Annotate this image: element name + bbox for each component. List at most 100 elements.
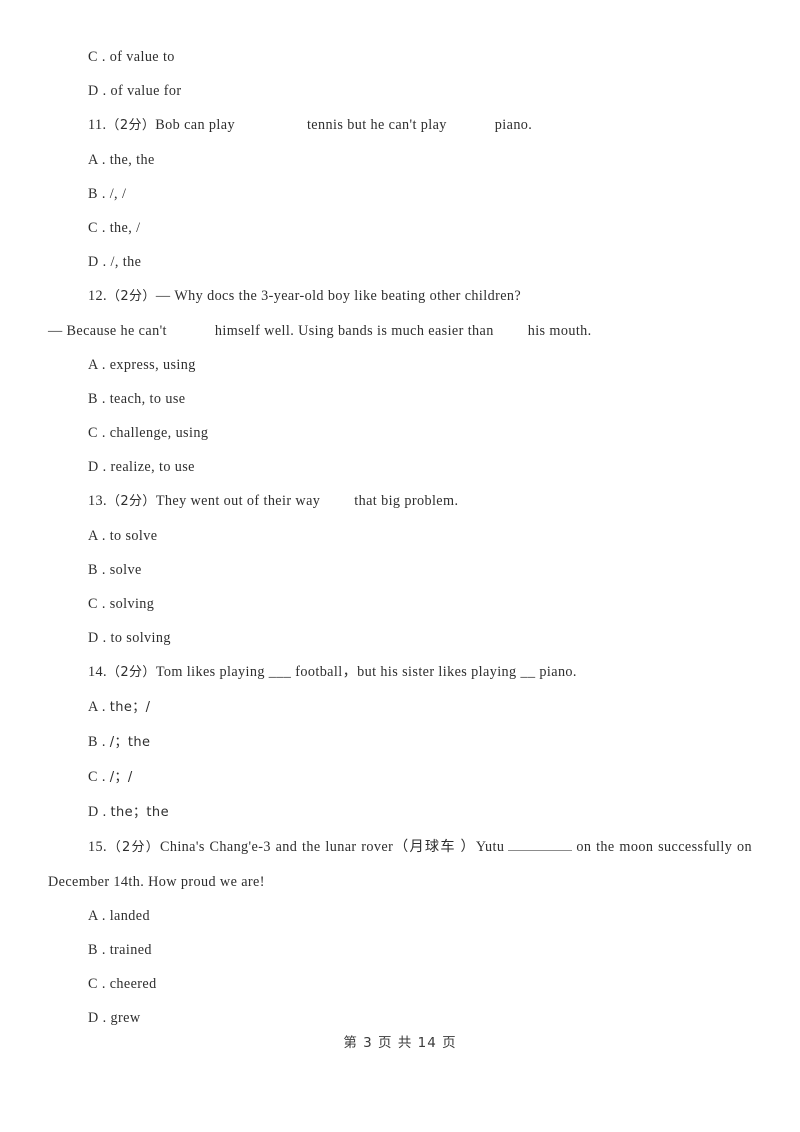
page-content: C . of value to D . of value for 11.（2分）…: [48, 40, 752, 1035]
option-label: B: [88, 734, 98, 750]
option-text: solve: [109, 562, 142, 578]
option-text: cheered: [109, 976, 157, 992]
option-label: A: [88, 699, 98, 715]
question-text-part: tennis but he can't play: [306, 117, 447, 133]
option-separator: .: [97, 562, 110, 578]
option-row: B . solve: [48, 553, 752, 587]
option-text: the；the: [110, 805, 169, 820]
question-stem: 13.（2分）They went out of their way that bi…: [48, 484, 752, 519]
option-separator: .: [97, 528, 110, 544]
question-stem: 15.（2分）China's Chang'e-3 and the lunar r…: [48, 830, 752, 899]
question-stem-continuation: — Because he can't himself well. Using ba…: [48, 314, 752, 348]
option-text: challenge, using: [109, 425, 209, 441]
question-text-part: They went out of their way: [155, 493, 321, 509]
question-points: （2分）: [106, 665, 156, 680]
question-text-part: himself well. Using bands is much easier…: [214, 323, 494, 339]
exam-page: C . of value to D . of value for 11.（2分）…: [0, 0, 800, 1132]
option-label: D: [88, 1010, 99, 1026]
option-separator: .: [97, 357, 110, 373]
option-separator: .: [98, 804, 111, 820]
option-label: C: [88, 49, 98, 65]
question-text-part: China's Chang'e-3 and the lunar rover（月球…: [159, 839, 505, 855]
option-text: landed: [109, 908, 150, 924]
option-row: C . /；/: [48, 760, 752, 795]
option-row: B . trained: [48, 933, 752, 967]
option-label: C: [88, 596, 98, 612]
option-row: A . landed: [48, 899, 752, 933]
option-row: D . of value for: [48, 74, 752, 108]
option-text: the, /: [109, 220, 141, 236]
option-label: A: [88, 528, 98, 544]
option-row: A . the；/: [48, 690, 752, 725]
option-label: D: [88, 83, 99, 99]
option-label: A: [88, 908, 98, 924]
option-row: B . /；the: [48, 725, 752, 760]
option-row: B . /, /: [48, 177, 752, 211]
option-row: C . solving: [48, 587, 752, 621]
option-row: D . grew: [48, 1001, 752, 1035]
option-row: C . of value to: [48, 40, 752, 74]
option-separator: .: [98, 630, 111, 646]
question-points: （2分）: [106, 840, 160, 855]
option-label: C: [88, 425, 98, 441]
question-points: （2分）: [106, 289, 156, 304]
question-text-part: that big problem.: [354, 493, 459, 509]
option-separator: .: [97, 769, 110, 785]
option-row: D . realize, to use: [48, 450, 752, 484]
option-separator: .: [98, 1010, 111, 1026]
question-number: 12.: [88, 288, 107, 304]
option-separator: .: [98, 459, 111, 475]
option-text: the, the: [109, 152, 155, 168]
option-separator: .: [97, 908, 110, 924]
question-number: 11.: [88, 117, 107, 133]
question-number: 13.: [88, 493, 107, 509]
question-stem: 14.（2分）Tom likes playing ___ football，bu…: [48, 655, 752, 690]
question-text-part: Bob can play: [155, 117, 235, 133]
option-separator: .: [97, 425, 110, 441]
option-label: C: [88, 769, 98, 785]
option-text: teach, to use: [109, 391, 186, 407]
question-points: （2分）: [106, 494, 156, 509]
page-footer: 第 3 页 共 14 页: [0, 1031, 800, 1051]
option-label: C: [88, 220, 98, 236]
answer-blank-underline: [508, 837, 573, 851]
option-separator: .: [98, 254, 111, 270]
option-text: of value to: [109, 49, 175, 65]
option-label: C: [88, 976, 98, 992]
option-text: to solve: [109, 528, 158, 544]
option-row: C . cheered: [48, 967, 752, 1001]
option-label: B: [88, 391, 98, 407]
option-row: D . to solving: [48, 621, 752, 655]
option-label: D: [88, 630, 99, 646]
option-separator: .: [97, 391, 110, 407]
option-separator: .: [97, 734, 110, 750]
option-text: /；/: [109, 770, 133, 785]
option-row: C . the, /: [48, 211, 752, 245]
option-text: /, /: [109, 186, 127, 202]
option-label: D: [88, 459, 99, 475]
option-text: of value for: [110, 83, 182, 99]
option-separator: .: [97, 976, 110, 992]
option-text: solving: [109, 596, 155, 612]
option-row: B . teach, to use: [48, 382, 752, 416]
option-separator: .: [97, 152, 110, 168]
option-label: A: [88, 357, 98, 373]
option-text: grew: [110, 1010, 141, 1026]
question-stem: 12.（2分）— Why docs the 3-year-old boy lik…: [48, 279, 752, 314]
option-row: A . express, using: [48, 348, 752, 382]
option-separator: .: [97, 942, 110, 958]
question-number: 14.: [88, 664, 107, 680]
option-row: D . the；the: [48, 795, 752, 830]
option-label: B: [88, 562, 98, 578]
option-separator: .: [97, 220, 110, 236]
option-text: realize, to use: [110, 459, 195, 475]
question-points: （2分）: [106, 118, 156, 133]
question-text-part: his mouth.: [527, 323, 592, 339]
question-text-part: Tom likes playing ___ football，but his s…: [155, 664, 577, 680]
option-text: the；/: [109, 700, 151, 715]
question-number: 15.: [88, 839, 107, 855]
option-label: B: [88, 186, 98, 202]
question-text-part: piano.: [494, 117, 533, 133]
page-footer-text: 第 3 页 共 14 页: [343, 1035, 457, 1051]
option-separator: .: [97, 49, 110, 65]
